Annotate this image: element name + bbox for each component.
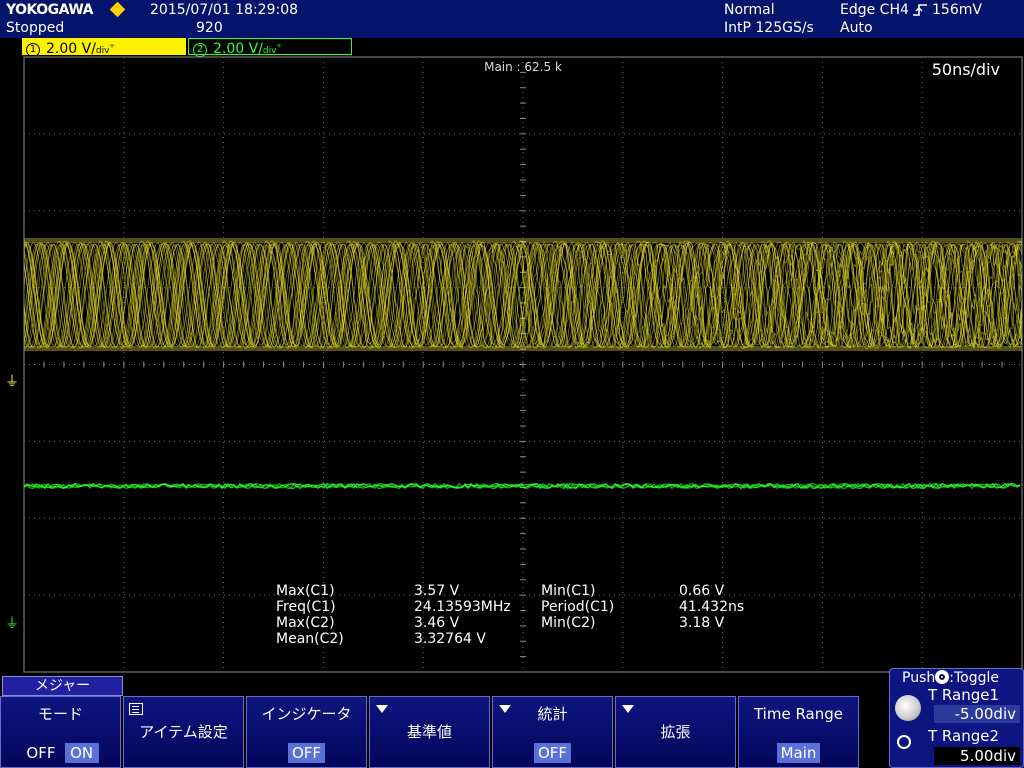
t-range1-value[interactable]: -5.00div xyxy=(934,705,1020,723)
list-icon xyxy=(129,703,143,715)
reference-softkey[interactable]: 基準値 xyxy=(369,696,490,768)
t-range2-value[interactable]: 5.00div xyxy=(934,747,1020,765)
jog-title: Push :Toggle xyxy=(902,669,999,687)
channel-2-scale[interactable]: 2 2.00 V/div⫟ xyxy=(188,38,352,55)
t-range1-label: T Range1 xyxy=(928,687,999,703)
dropdown-triangle-icon xyxy=(376,705,388,713)
ground-icon[interactable]: ⏚ xyxy=(5,375,19,389)
jog-title-text: Push xyxy=(902,670,935,686)
main-record-label: Main : 62.5 k xyxy=(0,60,1024,74)
mode-on-option: ON xyxy=(65,743,99,763)
measurement-value: 3.18 V xyxy=(679,615,724,631)
measurement-value: 41.432ns xyxy=(679,599,744,615)
softkey-label: インジケータ xyxy=(247,705,366,723)
brand-logo: YOKOGAWA xyxy=(6,2,93,18)
measurement-value: 3.46 V xyxy=(414,615,459,631)
indicator-value: OFF xyxy=(288,743,325,763)
brand-diamond-icon xyxy=(110,2,126,18)
record-count: 920 xyxy=(196,20,223,36)
trigger-source: Edge CH4 xyxy=(840,2,909,18)
indicator-value-wrap: OFF xyxy=(247,743,366,763)
channel-bar: 1 2.00 V/div⫟ 2 2.00 V/div⫟ xyxy=(22,38,362,55)
measurement-table: Max(C1) 3.57 V Min(C1) 0.66 V Freq(C1) 2… xyxy=(276,583,796,647)
measurement-value: 0.66 V xyxy=(679,583,724,599)
measurement-label: Period(C1) xyxy=(541,599,614,615)
jog-title-suffix: :Toggle xyxy=(949,670,999,686)
acquisition-status: Stopped xyxy=(6,20,64,36)
sample-rate: IntP 125GS/s xyxy=(724,20,814,36)
ch1-envelope-bottom xyxy=(24,346,1022,351)
waveform-display[interactable]: Main : 62.5 k 50ns/div ⏚ ⏚ xyxy=(0,55,1024,673)
push-button-icon xyxy=(935,670,949,684)
channel-2-coupling-icon: ⫟ xyxy=(276,41,281,51)
status-header: YOKOGAWA Stopped 2015/07/01 18:29:08 920… xyxy=(0,0,1024,38)
measurement-label: Freq(C1) xyxy=(276,599,336,615)
ground-icon[interactable]: ⏚ xyxy=(5,617,19,631)
softkey-label: Time Range xyxy=(739,705,858,723)
measurement-label: Min(C2) xyxy=(541,615,595,631)
trigger-mode: Auto xyxy=(840,20,873,36)
rising-edge-icon xyxy=(912,3,928,17)
measurement-label: Mean(C2) xyxy=(276,631,344,647)
softkey-label: モード xyxy=(1,705,120,723)
trigger-level: 156mV xyxy=(932,2,982,18)
softkey-label: 基準値 xyxy=(370,723,489,741)
indicator-softkey[interactable]: インジケータ OFF xyxy=(246,696,367,768)
graticule xyxy=(0,55,1024,673)
t-range2-label: T Range2 xyxy=(928,728,999,744)
channel-1-scale[interactable]: 1 2.00 V/div⫟ xyxy=(22,38,186,55)
item-settings-softkey[interactable]: アイテム設定 xyxy=(123,696,244,768)
mode-off-option: OFF xyxy=(22,743,59,763)
measurement-row: Mean(C2) 3.32764 V xyxy=(276,631,796,647)
statistics-value-wrap: OFF xyxy=(493,743,612,763)
mode-softkey[interactable]: モード OFF ON xyxy=(0,696,121,768)
timebase-readout: 50ns/div xyxy=(932,60,1000,79)
acquisition-mode: Normal xyxy=(724,2,775,18)
measurement-row: Freq(C1) 24.13593MHz Period(C1) 41.432ns xyxy=(276,599,796,615)
softkey-bar: モード OFF ON アイテム設定 インジケータ OFF 基準値 統計 OFF … xyxy=(0,696,862,768)
measurement-value: 3.57 V xyxy=(414,583,459,599)
measurement-value: 24.13593MHz xyxy=(414,599,511,615)
time-range-value-wrap: Main xyxy=(739,743,858,763)
ch1-envelope-top xyxy=(24,238,1022,243)
statistics-softkey[interactable]: 統計 OFF xyxy=(492,696,613,768)
knob-unselected-icon[interactable] xyxy=(897,735,911,749)
measurement-label: Min(C1) xyxy=(541,583,595,599)
softkey-label: 拡張 xyxy=(616,723,735,741)
knob-selected-icon[interactable] xyxy=(895,695,921,721)
time-range-value: Main xyxy=(777,743,821,763)
softkey-label: 統計 xyxy=(493,705,612,723)
softkey-label: アイテム設定 xyxy=(124,723,243,741)
measurement-label: Max(C1) xyxy=(276,583,335,599)
menu-tab-measure[interactable]: メジャー xyxy=(2,676,123,696)
measurement-row: Max(C2) 3.46 V Min(C2) 3.18 V xyxy=(276,615,796,631)
time-range-softkey[interactable]: Time Range Main xyxy=(738,696,859,768)
mode-toggle: OFF ON xyxy=(1,743,120,763)
datetime-readout: 2015/07/01 18:29:08 xyxy=(150,2,298,18)
measurement-row: Max(C1) 3.57 V Min(C1) 0.66 V xyxy=(276,583,796,599)
dropdown-triangle-icon xyxy=(622,705,634,713)
statistics-value: OFF xyxy=(534,743,571,763)
measurement-value: 3.32764 V xyxy=(414,631,486,647)
channel-1-coupling-icon: ⫟ xyxy=(109,41,114,51)
measurement-label: Max(C2) xyxy=(276,615,335,631)
expand-softkey[interactable]: 拡張 xyxy=(615,696,736,768)
jog-shuttle-panel[interactable]: Push :Toggle T Range1 -5.00div T Range2 5… xyxy=(889,668,1024,768)
